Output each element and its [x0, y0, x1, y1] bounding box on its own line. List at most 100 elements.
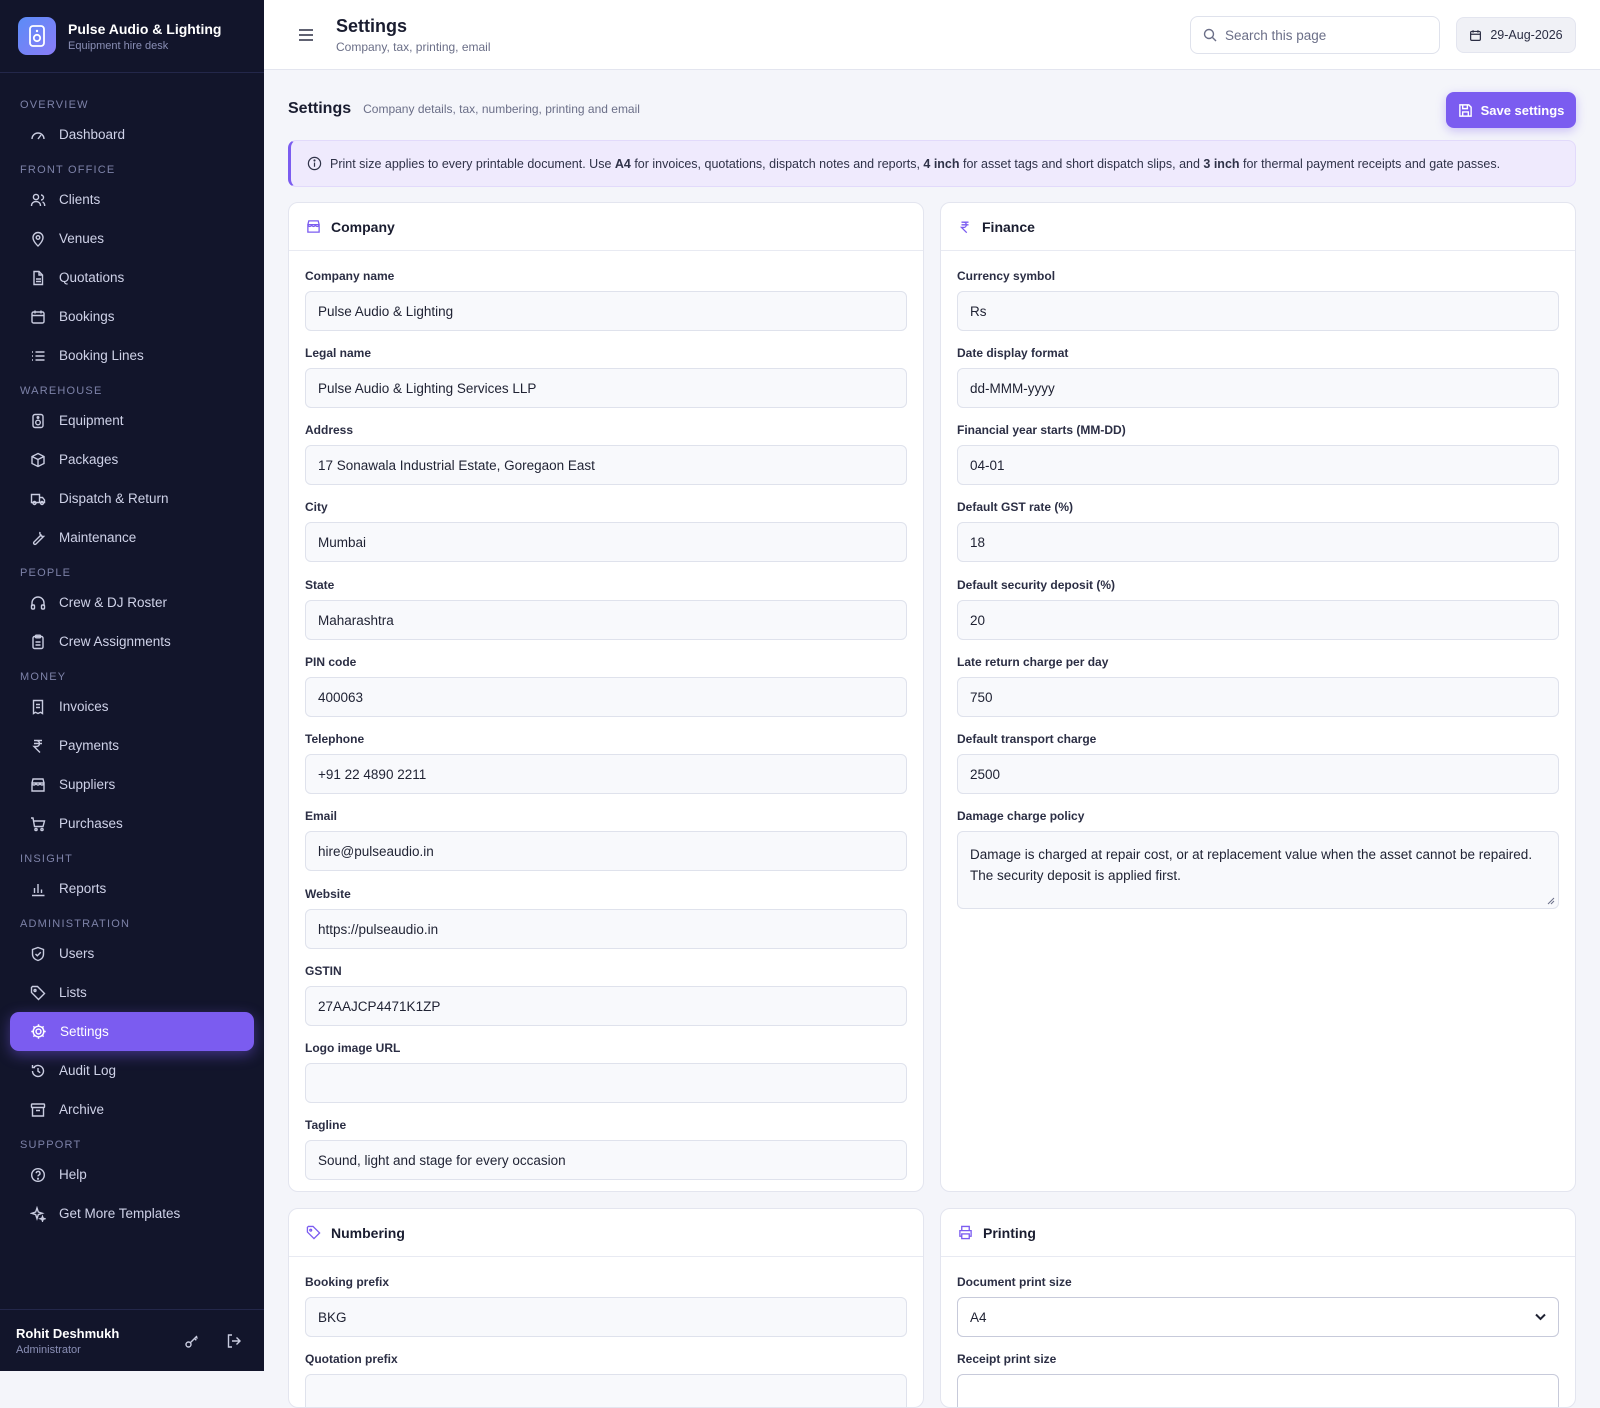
pin-input[interactable]: 400063 — [305, 677, 907, 717]
email-input[interactable]: hire@pulseaudio.in — [305, 831, 907, 871]
sidebar-item-booking-lines[interactable]: Booking Lines — [0, 336, 254, 375]
date-chip[interactable]: 29-Aug-2026 — [1456, 17, 1576, 53]
menu-icon[interactable] — [298, 28, 314, 42]
sidebar-item-help[interactable]: Help — [0, 1155, 254, 1194]
sidebar-item-payments[interactable]: Payments — [0, 726, 254, 765]
sidebar-item-users[interactable]: Users — [0, 934, 254, 973]
sidebar-item-equipment[interactable]: Equipment — [0, 401, 254, 440]
sidebar-item-audit-log[interactable]: Audit Log — [0, 1051, 254, 1090]
list-icon — [32, 350, 45, 361]
sidebar-item-templates[interactable]: Get More Templates — [0, 1194, 254, 1233]
gst-rate-input[interactable]: 18 — [957, 522, 1559, 562]
sidebar-item-label: Purchases — [59, 816, 123, 831]
sidebar-item-label: Lists — [59, 985, 87, 1000]
financial-year-label: Financial year starts (MM-DD) — [957, 423, 1126, 437]
telephone-input[interactable]: +91 22 4890 2211 — [305, 754, 907, 794]
sidebar-item-label: Suppliers — [59, 777, 116, 792]
company-name-field: Company name Pulse Audio & Lighting — [305, 269, 907, 331]
sidebar-item-packages[interactable]: Packages — [0, 440, 254, 479]
section-subtitle: Company details, tax, numbering, printin… — [363, 102, 640, 116]
sidebar-item-label: Payments — [59, 738, 120, 753]
sidebar-item-label: Packages — [59, 452, 119, 467]
user-name: Rohit Deshmukh — [16, 1325, 120, 1341]
sidebar-item-label: Equipment — [59, 413, 124, 428]
sidebar-item-purchases[interactable]: Purchases — [0, 804, 254, 843]
currency-label: Currency symbol — [957, 269, 1056, 283]
info-banner: Print size applies to every printable do… — [288, 140, 1576, 187]
sidebar-item-label: Booking Lines — [59, 348, 144, 363]
sparkle-icon — [30, 1205, 46, 1222]
late-charge-field: Late return charge per day 750 — [957, 655, 1559, 717]
cart-icon — [31, 816, 46, 831]
sidebar-item-suppliers[interactable]: Suppliers — [0, 765, 254, 804]
date-format-label: Date display format — [957, 346, 1069, 360]
company-name-input[interactable]: Pulse Audio & Lighting — [305, 291, 907, 331]
receipt-size-select[interactable] — [957, 1374, 1559, 1407]
speaker-logo-icon — [18, 17, 56, 55]
brand: Pulse Audio & Lighting Equipment hire de… — [0, 0, 264, 73]
topbar: Settings Company, tax, printing, email 2… — [264, 0, 1600, 70]
nav-section-support: SUPPORT — [20, 1139, 82, 1151]
sidebar-item-bookings[interactable]: Bookings — [0, 297, 254, 336]
financial-year-input[interactable]: 04-01 — [957, 445, 1559, 485]
sidebar-item-invoices[interactable]: Invoices — [0, 687, 254, 726]
city-field: City Mumbai — [305, 500, 907, 562]
legal-name-input[interactable]: Pulse Audio & Lighting Services LLP — [305, 368, 907, 408]
company-card: Company Company name Pulse Audio & Lighti… — [288, 202, 924, 1192]
gstin-label: GSTIN — [305, 964, 342, 978]
sidebar-item-crew-assignments[interactable]: Crew Assignments — [0, 622, 254, 661]
currency-input[interactable]: Rs — [957, 291, 1559, 331]
late-charge-input[interactable]: 750 — [957, 677, 1559, 717]
sidebar-item-maintenance[interactable]: Maintenance — [0, 518, 254, 557]
sidebar-item-dashboard[interactable]: Dashboard — [0, 115, 254, 154]
address-input[interactable]: 17 Sonawala Industrial Estate, Goregaon … — [305, 445, 907, 485]
sidebar-item-clients[interactable]: Clients — [0, 180, 254, 219]
nav-section-warehouse: WAREHOUSE — [20, 385, 103, 397]
shield-icon — [31, 946, 45, 961]
tagline-input[interactable]: Sound, light and stage for every occasio… — [305, 1140, 907, 1180]
sidebar-item-crew[interactable]: Crew & DJ Roster — [0, 583, 254, 622]
sidebar-item-dispatch[interactable]: Dispatch & Return — [0, 479, 254, 518]
transport-charge-input[interactable]: 2500 — [957, 754, 1559, 794]
state-input[interactable]: Maharashtra — [305, 600, 907, 640]
logo-url-input[interactable] — [305, 1063, 907, 1103]
tagline-label: Tagline — [305, 1118, 347, 1132]
map-pin-icon — [32, 231, 44, 247]
quotation-prefix-input[interactable] — [305, 1374, 907, 1407]
address-field: Address 17 Sonawala Industrial Estate, Go… — [305, 423, 907, 485]
logout-icon[interactable] — [226, 1333, 242, 1349]
finance-card-title: Finance — [982, 218, 1035, 235]
sidebar-item-reports[interactable]: Reports — [0, 869, 254, 908]
sidebar-item-venues[interactable]: Venues — [0, 219, 254, 258]
currency-field: Currency symbol Rs — [957, 269, 1559, 331]
sidebar-item-archive[interactable]: Archive — [0, 1090, 254, 1129]
website-input[interactable]: https://pulseaudio.in — [305, 909, 907, 949]
gst-rate-label: Default GST rate (%) — [957, 500, 1074, 514]
sidebar-item-label: Invoices — [59, 699, 109, 714]
email-field: Email hire@pulseaudio.in — [305, 809, 907, 871]
resize-grip-icon[interactable] — [1547, 897, 1555, 905]
search-input[interactable] — [1225, 27, 1425, 43]
sidebar-item-settings[interactable]: Settings — [10, 1012, 254, 1051]
brand-title: Pulse Audio & Lighting — [68, 20, 222, 37]
sidebar-item-label: Reports — [59, 881, 107, 896]
damage-policy-label: Damage charge policy — [957, 809, 1085, 823]
gstin-input[interactable]: 27AAJCP4471K1ZP — [305, 986, 907, 1026]
date-format-input[interactable]: dd-MMM-yyyy — [957, 368, 1559, 408]
security-deposit-input[interactable]: 20 — [957, 600, 1559, 640]
damage-policy-textarea[interactable]: Damage is charged at repair cost, or at … — [957, 831, 1559, 909]
sidebar-item-label: Archive — [59, 1102, 105, 1117]
booking-prefix-input[interactable]: BKG — [305, 1297, 907, 1337]
key-icon[interactable] — [184, 1333, 200, 1349]
legal-name-label: Legal name — [305, 346, 372, 360]
user-role: Administrator — [16, 1343, 81, 1356]
sidebar-item-quotations[interactable]: Quotations — [0, 258, 254, 297]
numbering-card-header: Numbering — [289, 1209, 923, 1257]
city-input[interactable]: Mumbai — [305, 522, 907, 562]
sidebar-item-lists[interactable]: Lists — [0, 973, 254, 1012]
email-label: Email — [305, 809, 338, 823]
document-size-select[interactable]: A4 — [957, 1297, 1559, 1337]
sidebar-item-label: Dispatch & Return — [59, 491, 169, 506]
save-settings-button[interactable]: Save settings — [1446, 92, 1576, 128]
finance-card-header: Finance — [941, 203, 1575, 251]
